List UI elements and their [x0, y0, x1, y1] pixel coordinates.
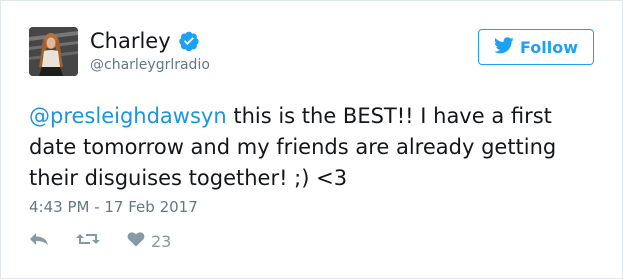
reply-icon — [29, 231, 49, 251]
tweet-timestamp[interactable]: 4:43 PM - 17 Feb 2017 — [29, 197, 198, 217]
author-name-row: Charley — [90, 28, 200, 54]
avatar-image — [29, 27, 78, 76]
follow-button-label: Follow — [519, 37, 578, 57]
tweet-actions: 23 — [29, 231, 197, 251]
twitter-bird-icon — [493, 36, 514, 58]
follow-button[interactable]: Follow — [478, 29, 594, 65]
tweet-card: Charley @charleygrlradio Follow @preslei… — [0, 0, 623, 279]
mention-link[interactable]: @presleighdawsyn — [29, 104, 227, 128]
verified-badge-icon — [178, 30, 200, 52]
retweet-button[interactable] — [75, 231, 101, 251]
avatar[interactable] — [29, 27, 78, 76]
display-name[interactable]: Charley — [90, 28, 171, 54]
author-handle[interactable]: @charleygrlradio — [90, 56, 210, 74]
like-button[interactable]: 23 — [127, 231, 171, 251]
tweet-text: @presleighdawsyn this is the BEST!! I ha… — [29, 101, 601, 194]
like-count: 23 — [151, 231, 172, 251]
retweet-icon — [75, 231, 101, 251]
heart-icon — [127, 231, 145, 251]
reply-button[interactable] — [29, 231, 49, 251]
